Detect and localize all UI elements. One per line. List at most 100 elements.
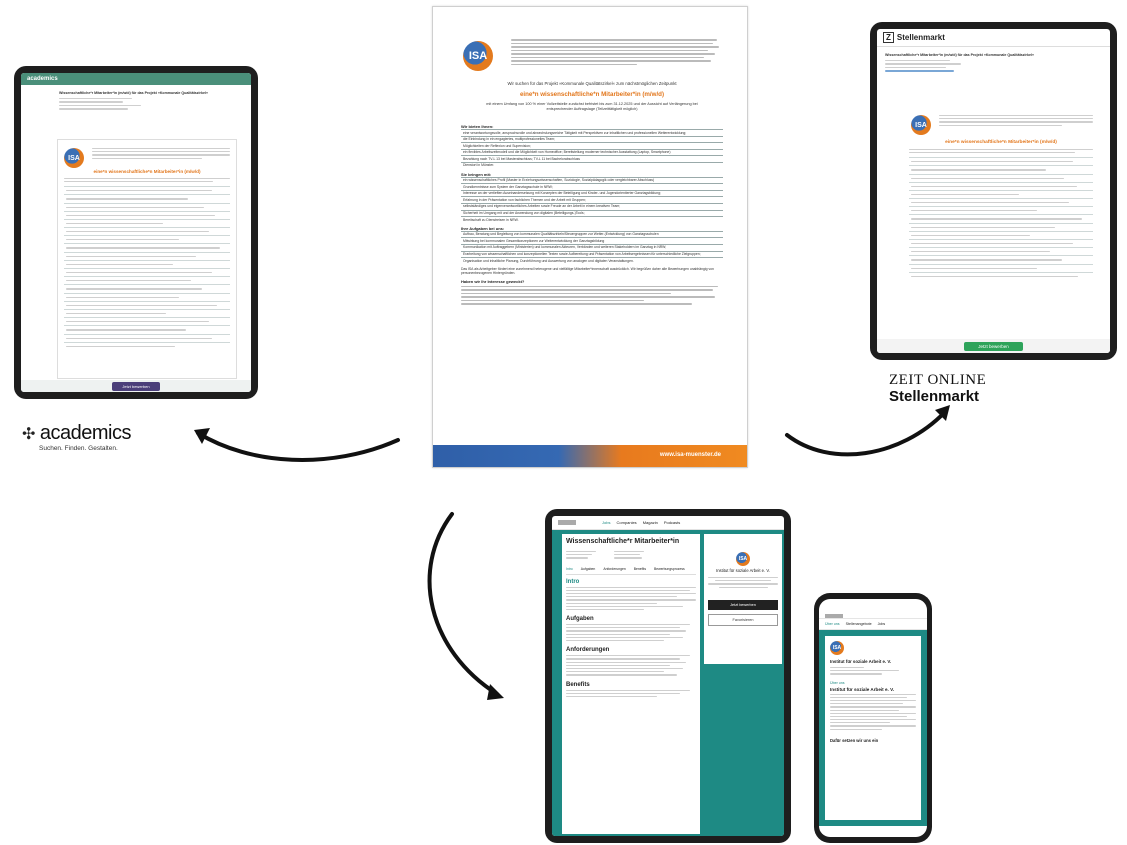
- mobile-isa-logo: ISA: [830, 641, 844, 655]
- mobile-card: ISA Institut für soziale Arbeit e. V. Üb…: [825, 636, 921, 820]
- mobile-about-heading: Über uns: [830, 680, 845, 685]
- offer-item: Möglichkeiten der Reflexion und Supervis…: [461, 142, 723, 149]
- task-item: Organisation und inhaltliche Planung, Du…: [461, 257, 723, 264]
- isa-logo: ISA: [463, 41, 493, 71]
- academics-mark-icon: ✣: [22, 425, 36, 443]
- poster-job-title: eine*n wissenschaftliche*n Mitarbeiter*i…: [519, 91, 665, 98]
- company-isa-logo: ISA: [736, 552, 750, 566]
- zeit-isa-logo: ISA: [911, 115, 931, 135]
- arrowhead-down: [487, 684, 504, 700]
- task-item: Aufbau, Beratung und Begleitung von komm…: [461, 230, 723, 238]
- bring-item: selbstständiges und eigenverantwortliche…: [461, 202, 723, 210]
- section-intro: Intro: [566, 578, 580, 585]
- nav-magazin[interactable]: Magazin: [643, 520, 658, 525]
- jobportal-nav: Jobs Companies Magazin Podcasts: [552, 516, 784, 530]
- poster-footer: www.isa-muenster.de: [433, 445, 747, 467]
- poster-terms: mit einem Umfang von 100 % einer Vollzei…: [486, 102, 698, 111]
- tab-bewerbungsprozess[interactable]: Bewerbungsprozess: [654, 567, 685, 571]
- bring-item: Sicherheit im Umgang mit und der Anwendu…: [461, 209, 723, 217]
- academics-logo-name: academics: [39, 422, 132, 444]
- section-anforderungen: Anforderungen: [566, 647, 610, 654]
- mobile-logo: [825, 614, 843, 618]
- jobportal-apply-button[interactable]: Jetzt bewerben: [708, 599, 778, 610]
- nav-jobs[interactable]: Jobs: [602, 520, 610, 525]
- poster-intro-text: [511, 37, 721, 67]
- task-item: Erarbeitung von wissenschaftlichen und k…: [461, 250, 723, 258]
- company-name: Institut für soziale Arbeit e. V.: [716, 568, 770, 573]
- jobportal-tabs: Intro Aufgaben Anforderungen Benefits Be…: [566, 564, 696, 575]
- task-item: Mitwirkung bei kommunalen Gesamtkonzepti…: [461, 237, 723, 244]
- academics-bottom-bar: Jetzt bewerben: [21, 380, 251, 392]
- academics-header: academics: [21, 73, 251, 85]
- offer-item: ein flexibles Arbeitszeitmodell und die …: [461, 148, 723, 156]
- offer-item: Bezahlung nach TV-L 13 bei Masterabschlu…: [461, 155, 723, 162]
- academics-list: [64, 186, 230, 350]
- academics-ad-body: ISA eine*n wissenschaftliche*n Mitarbeit…: [57, 139, 237, 379]
- arrow-to-jobportal: [427, 512, 499, 696]
- zeit-online-logo: ZEIT ONLINE Stellenmarkt: [889, 372, 1009, 405]
- zeit-header: Z Stellenmarkt: [877, 29, 1110, 47]
- mobile-topbar: [819, 599, 927, 619]
- zeit-bottom-bar: Jetzt bewerben: [877, 339, 1110, 353]
- bring-item: Erfahrung in der Präsentation von fachli…: [461, 196, 723, 203]
- tab-aufgaben[interactable]: Aufgaben: [581, 567, 596, 571]
- academics-job-title: eine*n wissenschaftliche*n Mitarbeiter*i…: [93, 168, 201, 174]
- mobile-about-title: Institut für soziale Arbeit e. V.: [830, 686, 894, 692]
- zeit-tablet: Z Stellenmarkt Wissenschaftliche*r Mitar…: [870, 22, 1117, 360]
- jobportal-tablet: Jobs Companies Magazin Podcasts Wissensc…: [545, 509, 791, 843]
- bring-item: Grundkenntnisse zum System der Ganztagss…: [461, 183, 723, 190]
- academics-tablet: academics Wissenschaftliche*r Mitarbeite…: [14, 66, 258, 399]
- offer-item: eine verantwortungsvolle, anspruchsvolle…: [461, 129, 723, 136]
- tab-benefits[interactable]: Benefits: [634, 567, 646, 571]
- mobile-tab-about[interactable]: Über uns: [825, 622, 840, 626]
- tab-intro[interactable]: Intro: [566, 567, 573, 571]
- contact-text: [461, 285, 723, 305]
- academics-tagline: Suchen. Finden. Gestalten.: [39, 445, 118, 452]
- job-ad-poster: ISA Wir suchen für das Projekt »Kommunal…: [432, 6, 748, 468]
- offer-item: Dienstort in Münster.: [461, 161, 723, 169]
- academics-isa-logo: ISA: [64, 148, 84, 168]
- mobile-bottom-label: Dafür setzen wir uns ein: [830, 737, 879, 743]
- tab-anforderungen[interactable]: Anforderungen: [603, 567, 625, 571]
- zeit-header-title: Stellenmarkt: [896, 33, 945, 42]
- section-benefits: Benefits: [566, 681, 590, 688]
- jobportal-main-card: Wissenschaftliche*r Mitarbeiter*in Intro…: [562, 534, 700, 834]
- zeit-logo-line2: Stellenmarkt: [889, 388, 980, 405]
- mobile-company: Institut für soziale Arbeit e. V.: [830, 659, 892, 664]
- bring-item: Bereitschaft zu Dienstreisen in NRW.: [461, 216, 723, 223]
- poster-footer-url: www.isa-muenster.de: [659, 452, 721, 458]
- nav-companies[interactable]: Companies: [616, 520, 636, 525]
- mobile-tab-jobs[interactable]: Jobs: [878, 622, 886, 626]
- mobile-phone: Über uns Stellenangebote Jobs ISA Instit…: [814, 593, 932, 843]
- jobportal-title: Wissenschaftliche*r Mitarbeiter*in: [566, 538, 680, 545]
- zeit-z-icon: Z: [883, 32, 894, 43]
- zeit-list: [909, 157, 1093, 280]
- diversity-note: Das ISA als Arbeitgeber fördert eine zun…: [461, 266, 714, 276]
- mobile-tab-offers[interactable]: Stellenangebote: [846, 622, 872, 626]
- zeit-job-title: eine*n wissenschaftliche*n Mitarbeiter*i…: [945, 139, 1057, 145]
- arrowhead-left: [194, 428, 210, 444]
- jobportal-company-card: ISA Institut für soziale Arbeit e. V. Je…: [704, 534, 782, 664]
- task-item: Kommunikation mit Auftraggebern (Ministe…: [461, 243, 723, 251]
- nav-podcasts[interactable]: Podcasts: [664, 520, 680, 525]
- arrow-to-academics: [196, 431, 400, 462]
- bring-item: Interesse an der vertieften Auseinanders…: [461, 189, 723, 197]
- zeit-ad-body: ISA eine*n wissenschaftliche*n Mitarbeit…: [905, 109, 1097, 324]
- section-aufgaben: Aufgaben: [566, 616, 594, 623]
- jobportal-logo: [558, 520, 576, 525]
- poster-lead-in: Wir suchen für das Projekt »Kommunale Qu…: [507, 81, 677, 86]
- jobportal-follow-button[interactable]: Favorisieren: [708, 613, 778, 626]
- mobile-content: ISA Institut für soziale Arbeit e. V. Üb…: [819, 630, 927, 826]
- academics-ad-title: Wissenschaftliche*r Mitarbeiter*in (m/w/…: [59, 91, 208, 95]
- zeit-ad-title: Wissenschaftliche*r Mitarbeiter*in (m/w/…: [885, 53, 1034, 57]
- academics-logo: ✣ academics Suchen. Finden. Gestalten.: [22, 422, 142, 452]
- interest-heading: Haben wir Ihr Interesse geweckt?: [461, 278, 525, 284]
- offer-item: die Einbindung in ein engagiertes, multi…: [461, 135, 723, 143]
- zeit-apply-button[interactable]: Jetzt bewerben: [964, 341, 1023, 351]
- arrow-to-zeit: [785, 410, 947, 457]
- jobportal-content-bg: Wissenschaftliche*r Mitarbeiter*in Intro…: [552, 530, 784, 836]
- bring-item: ein wissenschaftliches Profil (Master in…: [461, 176, 723, 184]
- academics-apply-button[interactable]: Jetzt bewerben: [112, 381, 160, 391]
- zeit-logo-line1: ZEIT ONLINE: [889, 372, 987, 388]
- academics-header-brand: academics: [27, 76, 58, 82]
